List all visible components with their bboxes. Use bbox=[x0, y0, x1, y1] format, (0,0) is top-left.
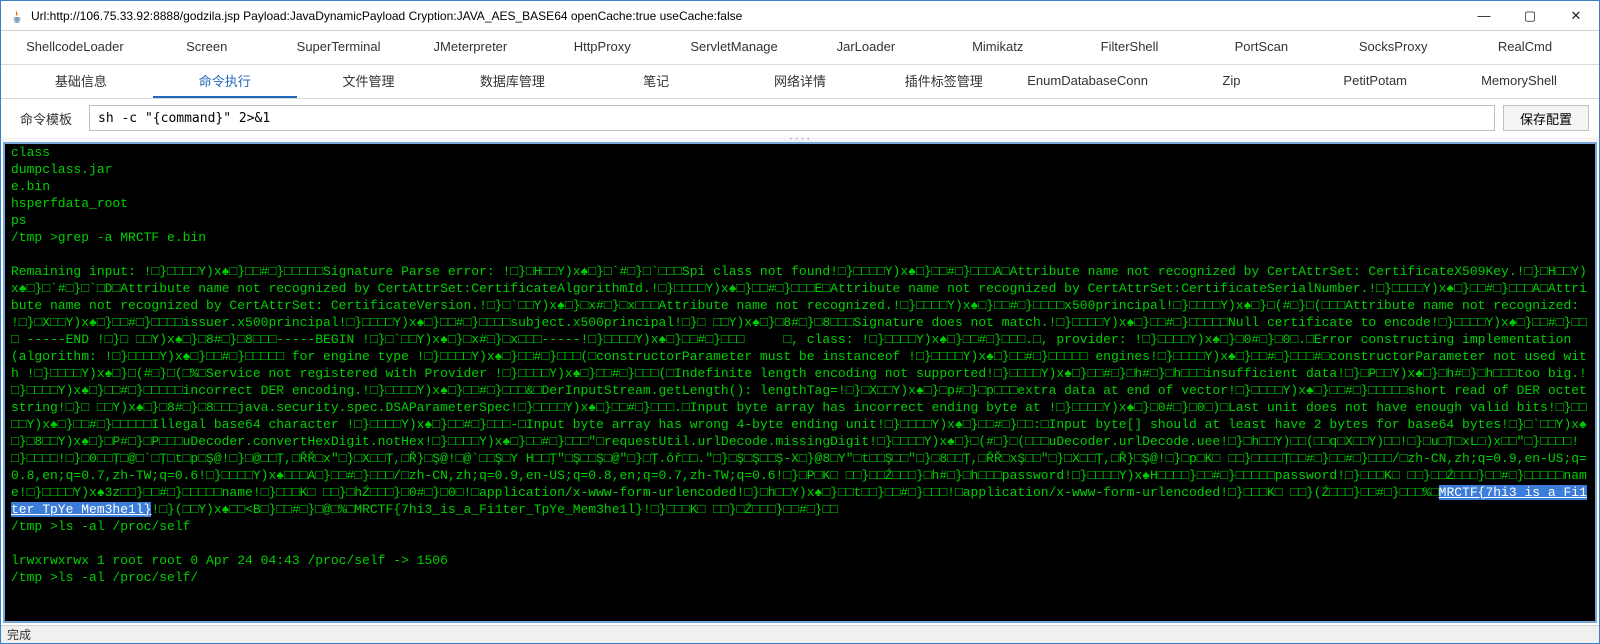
window-title: Url:http://106.75.33.92:8888/godzila.jsp… bbox=[31, 9, 1461, 23]
tab-portscan[interactable]: PortScan bbox=[1195, 31, 1327, 64]
tab-filtershell[interactable]: FilterShell bbox=[1064, 31, 1196, 64]
java-icon bbox=[9, 8, 25, 24]
tab-mimikatz[interactable]: Mimikatz bbox=[932, 31, 1064, 64]
tab--[interactable]: 插件标签管理 bbox=[872, 65, 1016, 98]
tab-memoryshell[interactable]: MemoryShell bbox=[1447, 65, 1591, 98]
tab-jmeterpreter[interactable]: JMeterpreter bbox=[404, 31, 536, 64]
tabrow-bottom: 基础信息命令执行文件管理数据库管理笔记网络详情插件标签管理EnumDatabas… bbox=[1, 65, 1599, 99]
statusbar-text: 完成 bbox=[7, 626, 31, 643]
tab--[interactable]: 基础信息 bbox=[9, 65, 153, 98]
tab-servletmanage[interactable]: ServletManage bbox=[668, 31, 800, 64]
tab-petitpotam[interactable]: PetitPotam bbox=[1303, 65, 1447, 98]
tab-jarloader[interactable]: JarLoader bbox=[800, 31, 932, 64]
tab-enumdatabaseconn[interactable]: EnumDatabaseConn bbox=[1016, 65, 1160, 98]
minimize-button[interactable]: — bbox=[1461, 1, 1507, 30]
window-titlebar: Url:http://106.75.33.92:8888/godzila.jsp… bbox=[1, 1, 1599, 31]
command-template-input[interactable] bbox=[89, 105, 1495, 131]
tab-zip[interactable]: Zip bbox=[1160, 65, 1304, 98]
tab-shellcodeloader[interactable]: ShellcodeLoader bbox=[9, 31, 141, 64]
tab--[interactable]: 网络详情 bbox=[728, 65, 872, 98]
tab-realcmd[interactable]: RealCmd bbox=[1459, 31, 1591, 64]
command-template-bar: 命令模板 保存配置 bbox=[1, 99, 1599, 137]
tab--[interactable]: 数据库管理 bbox=[440, 65, 584, 98]
tab--[interactable]: 笔记 bbox=[584, 65, 728, 98]
tab-screen[interactable]: Screen bbox=[141, 31, 273, 64]
tab-httpproxy[interactable]: HttpProxy bbox=[536, 31, 668, 64]
command-template-label: 命令模板 bbox=[11, 109, 81, 128]
tab-socksproxy[interactable]: SocksProxy bbox=[1327, 31, 1459, 64]
statusbar: 完成 bbox=[1, 625, 1599, 643]
terminal-output[interactable]: class dumpclass.jar e.bin hsperfdata_roo… bbox=[5, 144, 1595, 621]
tab--[interactable]: 文件管理 bbox=[297, 65, 441, 98]
maximize-button[interactable]: ▢ bbox=[1507, 1, 1553, 30]
window-controls: — ▢ ✕ bbox=[1461, 1, 1599, 30]
tab-superterminal[interactable]: SuperTerminal bbox=[273, 31, 405, 64]
tabrow-top: ShellcodeLoaderScreenSuperTerminalJMeter… bbox=[1, 31, 1599, 65]
terminal-panel: class dumpclass.jar e.bin hsperfdata_roo… bbox=[3, 142, 1597, 623]
tab--[interactable]: 命令执行 bbox=[153, 65, 297, 98]
save-config-button[interactable]: 保存配置 bbox=[1503, 105, 1589, 131]
close-button[interactable]: ✕ bbox=[1553, 1, 1599, 30]
